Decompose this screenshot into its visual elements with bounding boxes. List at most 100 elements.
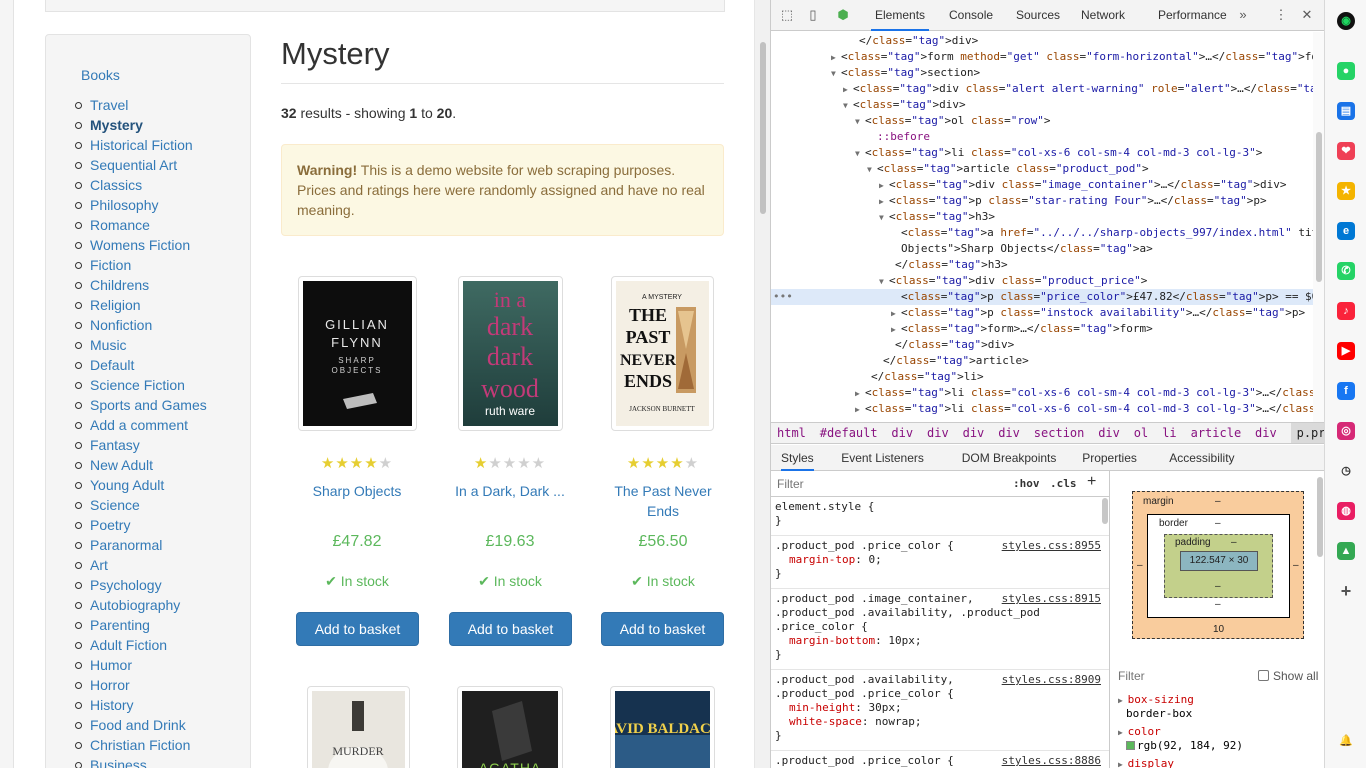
sidebar-item-humor[interactable]: Humor <box>75 655 207 675</box>
computed-property[interactable]: ▶ color <box>1118 725 1161 738</box>
sidebar-item-science-fiction[interactable]: Science Fiction <box>75 375 207 395</box>
product-image[interactable]: AGATHA <box>457 686 563 768</box>
add-to-basket-button[interactable]: Add to basket <box>601 612 724 646</box>
sidebar-item-psychology[interactable]: Psychology <box>75 575 207 595</box>
css-source-link[interactable]: styles.css:8915 <box>1002 592 1101 606</box>
new-rule-icon[interactable]: + <box>1087 473 1096 491</box>
storage-blue-icon[interactable]: ▤ <box>1337 102 1355 120</box>
sidebar-item-art[interactable]: Art <box>75 555 207 575</box>
dom-node[interactable]: ▼ <class="tag">article class="product_pod… <box>771 161 1325 177</box>
breadcrumb-item[interactable]: div <box>1255 426 1277 440</box>
star-yellow-icon[interactable]: ★ <box>1337 182 1355 200</box>
expand-toggle-icon[interactable]: ▶ <box>891 322 901 338</box>
dom-tree[interactable]: </class="tag">div> ▶ <class="tag">form met… <box>771 32 1325 422</box>
dom-node-selected[interactable]: ••• <class="tag">p class="price_color">£4… <box>771 289 1325 305</box>
sidebar-item-paranormal[interactable]: Paranormal <box>75 535 207 555</box>
computed-scroll-thumb[interactable] <box>1317 477 1323 557</box>
dom-node[interactable]: </class="tag">div> <box>771 337 1325 353</box>
css-rule[interactable]: element.style {} <box>771 498 1109 536</box>
add-to-basket-button[interactable]: Add to basket <box>296 612 419 646</box>
breadcrumb-item[interactable]: ol <box>1134 426 1148 440</box>
sidebar-item-food-and-drink[interactable]: Food and Drink <box>75 715 207 735</box>
expand-toggle-icon[interactable]: ▼ <box>855 146 865 162</box>
sidebar-item-womens-fiction[interactable]: Womens Fiction <box>75 235 207 255</box>
sidebar-item-sequential-art[interactable]: Sequential Art <box>75 155 207 175</box>
product-title-link[interactable]: Sharp Objects <box>292 481 422 501</box>
sidebar-books-link[interactable]: Books <box>81 67 120 83</box>
subtab-accessibility[interactable]: Accessibility <box>1169 451 1234 465</box>
add-to-basket-button[interactable]: Add to basket <box>449 612 572 646</box>
breadcrumb-item[interactable]: html <box>777 426 806 440</box>
css-rule[interactable]: .product_pod .image_container, .product_p… <box>771 590 1109 670</box>
tab-performance[interactable]: Performance <box>1158 0 1227 31</box>
product-image[interactable]: A MYSTERY THE PAST NEVER ENDS JACKSON BU… <box>611 276 714 431</box>
more-tabs-icon[interactable]: » <box>1235 7 1251 23</box>
instagram-pink-icon[interactable]: ◎ <box>1337 422 1355 440</box>
dom-node[interactable]: ▼ <class="tag">li class="col-xs-6 col-sm-… <box>771 145 1325 161</box>
expand-toggle-icon[interactable]: ▼ <box>855 114 865 130</box>
sidebar-item-fantasy[interactable]: Fantasy <box>75 435 207 455</box>
dom-node[interactable]: ▶ <class="tag">p class="instock availabil… <box>771 305 1325 321</box>
css-rule[interactable]: .product_pod .availability, .product_pod … <box>771 671 1109 751</box>
breadcrumb-item[interactable]: li <box>1162 426 1176 440</box>
expand-toggle-icon[interactable]: ▶ <box>831 50 841 66</box>
sidebar-item-new-adult[interactable]: New Adult <box>75 455 207 475</box>
expand-toggle-icon[interactable]: ▶ <box>855 402 865 418</box>
breadcrumb-item[interactable]: div <box>891 426 913 440</box>
sidebar-item-nonfiction[interactable]: Nonfiction <box>75 315 207 335</box>
dom-node[interactable]: <class="tag">a href="../../../sharp-obje… <box>771 225 1325 241</box>
sidebar-item-childrens[interactable]: Childrens <box>75 275 207 295</box>
dom-node[interactable]: Objects">Sharp Objects</class="tag">a> <box>771 241 1325 257</box>
computed-scrollbar[interactable] <box>1316 471 1324 768</box>
hov-toggle[interactable]: :hov <box>1013 477 1040 490</box>
sidebar-item-fiction[interactable]: Fiction <box>75 255 207 275</box>
dom-node[interactable]: ::before <box>771 129 1325 145</box>
page-scrollbar[interactable] <box>754 0 770 768</box>
dom-node[interactable]: ▶ <class="tag">form>…</class="tag">form> <box>771 321 1325 337</box>
expand-toggle-icon[interactable]: ▼ <box>879 274 889 290</box>
dom-node[interactable]: ▶ <class="tag">li class="col-xs-6 col-sm-… <box>771 401 1325 417</box>
computed-property[interactable]: ▶ display <box>1118 757 1174 768</box>
cls-toggle[interactable]: .cls <box>1050 477 1077 490</box>
bell-icon[interactable]: 🔔 <box>1337 732 1355 750</box>
music-red-icon[interactable]: ♪ <box>1337 302 1355 320</box>
show-all-checkbox[interactable]: Show all <box>1258 669 1318 683</box>
dom-node[interactable]: </class="tag">div> <box>771 33 1325 49</box>
dribbble-red-icon[interactable]: ◍ <box>1337 502 1355 520</box>
youtube-red-icon[interactable]: ▶ <box>1337 342 1355 360</box>
css-declaration[interactable]: margin-top: 0; <box>789 553 882 567</box>
sidebar-item-parenting[interactable]: Parenting <box>75 615 207 635</box>
tab-console[interactable]: Console <box>949 0 993 31</box>
expand-toggle-icon[interactable]: ▶ <box>879 194 889 210</box>
pocket-red-icon[interactable]: ❤ <box>1337 142 1355 160</box>
product-image[interactable]: GILLIAN FLYNN SHARP OBJECTS <box>298 276 417 431</box>
css-source-link[interactable]: styles.css:8909 <box>1002 673 1101 687</box>
dom-node[interactable]: ▼ <class="tag">ol class="row"> <box>771 113 1325 129</box>
css-source-link[interactable]: styles.css:8886 <box>1002 754 1101 768</box>
dom-node[interactable]: ▼ <class="tag">h3> <box>771 209 1325 225</box>
sidebar-item-philosophy[interactable]: Philosophy <box>75 195 207 215</box>
chat-green-icon[interactable]: ● <box>1337 62 1355 80</box>
checkbox-box[interactable] <box>1258 670 1269 681</box>
sidebar-item-travel[interactable]: Travel <box>75 95 207 115</box>
subtab-properties[interactable]: Properties <box>1082 451 1137 465</box>
circle-green-icon[interactable]: ◉ <box>1337 12 1355 30</box>
product-image[interactable]: MURDER <box>307 686 410 768</box>
sidebar-item-poetry[interactable]: Poetry <box>75 515 207 535</box>
clock-dark-icon[interactable]: ◷ <box>1337 462 1355 480</box>
sidebar-item-horror[interactable]: Horror <box>75 675 207 695</box>
product-title-link[interactable]: In a Dark, Dark ... <box>445 481 575 501</box>
dom-node[interactable]: ▶ <class="tag">div class="alert alert-war… <box>771 81 1325 97</box>
sidebar-item-classics[interactable]: Classics <box>75 175 207 195</box>
sidebar-item-historical-fiction[interactable]: Historical Fiction <box>75 135 207 155</box>
device-toolbar-icon[interactable]: ▯ <box>805 7 821 23</box>
sidebar-item-autobiography[interactable]: Autobiography <box>75 595 207 615</box>
dom-node[interactable]: ▼ <class="tag">section> <box>771 65 1325 81</box>
breadcrumb-item[interactable]: div <box>963 426 985 440</box>
computed-property[interactable]: ▶ box-sizing <box>1118 693 1194 706</box>
tab-elements[interactable]: Elements <box>871 0 930 31</box>
expand-toggle-icon[interactable]: ▼ <box>879 210 889 226</box>
dom-node[interactable]: </class="tag">li> <box>771 369 1325 385</box>
sidebar-item-sports-and-games[interactable]: Sports and Games <box>75 395 207 415</box>
product-title-link[interactable]: The Past Never Ends <box>598 481 728 521</box>
